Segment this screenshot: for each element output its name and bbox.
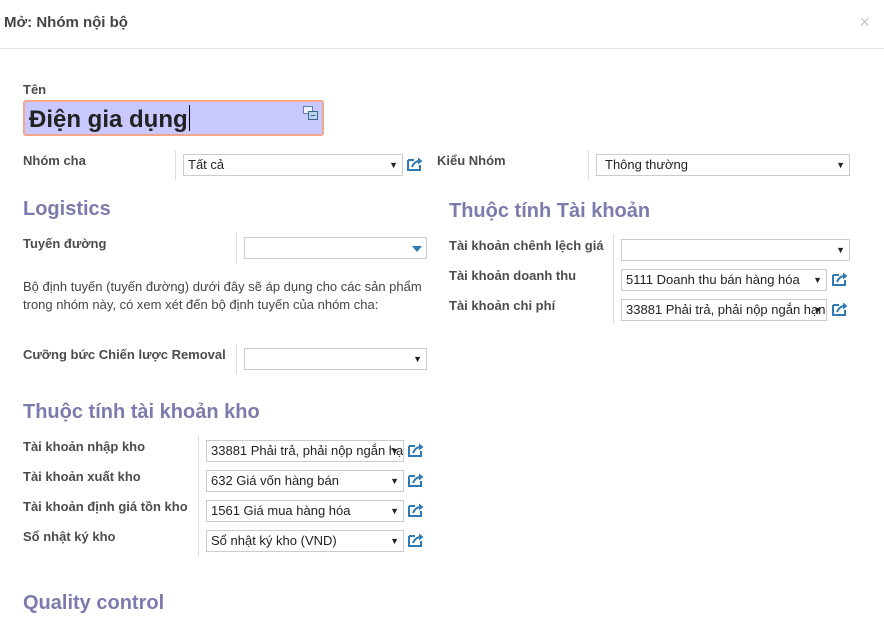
- chevron-down-icon: ▼: [390, 506, 399, 516]
- routes-help-text: Bộ định tuyến (tuyến đường) dưới đây sẽ …: [23, 279, 422, 312]
- stock-journal-label: Sổ nhật ký kho: [23, 529, 116, 544]
- income-account-label: Tài khoản doanh thu: [449, 268, 577, 283]
- chevron-down-icon: [412, 246, 422, 252]
- field-divider: [236, 232, 237, 264]
- field-divider: [236, 344, 237, 374]
- parent-group-select[interactable]: Tất cả ▼: [183, 154, 403, 176]
- field-divider: [198, 436, 199, 556]
- quality-control-title: Quality control: [23, 592, 165, 614]
- chevron-down-icon: ▼: [390, 536, 399, 546]
- chevron-down-icon: ▼: [389, 160, 398, 170]
- close-icon[interactable]: ×: [859, 12, 870, 33]
- chevron-down-icon: ▼: [390, 446, 399, 456]
- stock-valuation-account-value: 1561 Giá mua hàng hóa: [211, 503, 351, 518]
- stock-output-account-label: Tài khoản xuất kho: [23, 469, 141, 484]
- stock-valuation-account-select[interactable]: 1561 Giá mua hàng hóa ▼: [206, 500, 404, 522]
- routes-input[interactable]: [244, 237, 427, 259]
- group-type-label: Kiểu Nhóm: [437, 153, 506, 168]
- chevron-down-icon: ▼: [813, 305, 822, 315]
- name-value: Điện gia dụng: [29, 106, 188, 133]
- external-link-icon[interactable]: [831, 271, 849, 287]
- stock-output-account-select[interactable]: 632 Giá vốn hàng bán ▼: [206, 470, 404, 492]
- field-divider: [588, 150, 589, 180]
- dialog-header: Mở: Nhóm nội bộ ×: [0, 0, 884, 49]
- translate-icon[interactable]: [303, 106, 318, 120]
- stock-input-account-select[interactable]: 33881 Phải trả, phải nộp ngắn hạn khác ▼: [206, 440, 404, 462]
- stock-journal-select[interactable]: Sổ nhật ký kho (VND) ▼: [206, 530, 404, 552]
- name-label: Tên: [23, 82, 47, 97]
- text-cursor: [188, 105, 190, 131]
- dialog-title: Mở: Nhóm nội bộ: [4, 14, 128, 31]
- stock-output-account-value: 632 Giá vốn hàng bán: [211, 473, 339, 488]
- income-account-value: 5111 Doanh thu bán hàng hóa: [626, 272, 800, 287]
- expense-account-value: 33881 Phải trả, phải nộp ngắn hạn khác: [626, 302, 826, 317]
- name-input[interactable]: Điện gia dụng: [23, 100, 324, 136]
- field-divider: [175, 150, 176, 180]
- field-divider: [613, 234, 614, 324]
- external-link-icon[interactable]: [407, 532, 425, 548]
- external-link-icon[interactable]: [406, 156, 424, 172]
- external-link-icon[interactable]: [831, 301, 849, 317]
- account-props-title: Thuộc tính Tài khoản: [449, 200, 651, 222]
- stock-valuation-account-label: Tài khoản định giá tồn kho: [23, 499, 188, 514]
- external-link-icon[interactable]: [407, 472, 425, 488]
- group-type-select[interactable]: Thông thường ▼: [596, 154, 850, 176]
- expense-account-select[interactable]: 33881 Phải trả, phải nộp ngắn hạn khác ▼: [621, 299, 827, 321]
- price-diff-account-select[interactable]: ▼: [621, 239, 850, 261]
- chevron-down-icon: ▼: [413, 354, 422, 364]
- expense-account-label: Tài khoản chi phí: [449, 298, 556, 313]
- income-account-select[interactable]: 5111 Doanh thu bán hàng hóa ▼: [621, 269, 827, 291]
- routes-label: Tuyến đường: [23, 236, 107, 251]
- stock-input-account-value: 33881 Phải trả, phải nộp ngắn hạn khác: [211, 443, 404, 458]
- removal-strategy-select[interactable]: ▼: [244, 348, 427, 370]
- chevron-down-icon: ▼: [813, 275, 822, 285]
- group-type-value: Thông thường: [605, 157, 689, 172]
- chevron-down-icon: ▼: [836, 160, 845, 170]
- price-diff-account-label: Tài khoản chênh lệch giá: [449, 238, 604, 253]
- parent-group-label: Nhóm cha: [23, 153, 86, 168]
- parent-group-value: Tất cả: [188, 157, 225, 172]
- stock-accounts-title: Thuộc tính tài khoản kho: [23, 401, 260, 423]
- external-link-icon[interactable]: [407, 502, 425, 518]
- logistics-title: Logistics: [23, 198, 111, 220]
- chevron-down-icon: ▼: [836, 245, 845, 255]
- external-link-icon[interactable]: [407, 442, 425, 458]
- stock-input-account-label: Tài khoản nhập kho: [23, 439, 146, 454]
- stock-journal-value: Sổ nhật ký kho (VND): [211, 533, 337, 548]
- chevron-down-icon: ▼: [390, 476, 399, 486]
- removal-strategy-label: Cưỡng bức Chiến lược Removal: [23, 347, 226, 362]
